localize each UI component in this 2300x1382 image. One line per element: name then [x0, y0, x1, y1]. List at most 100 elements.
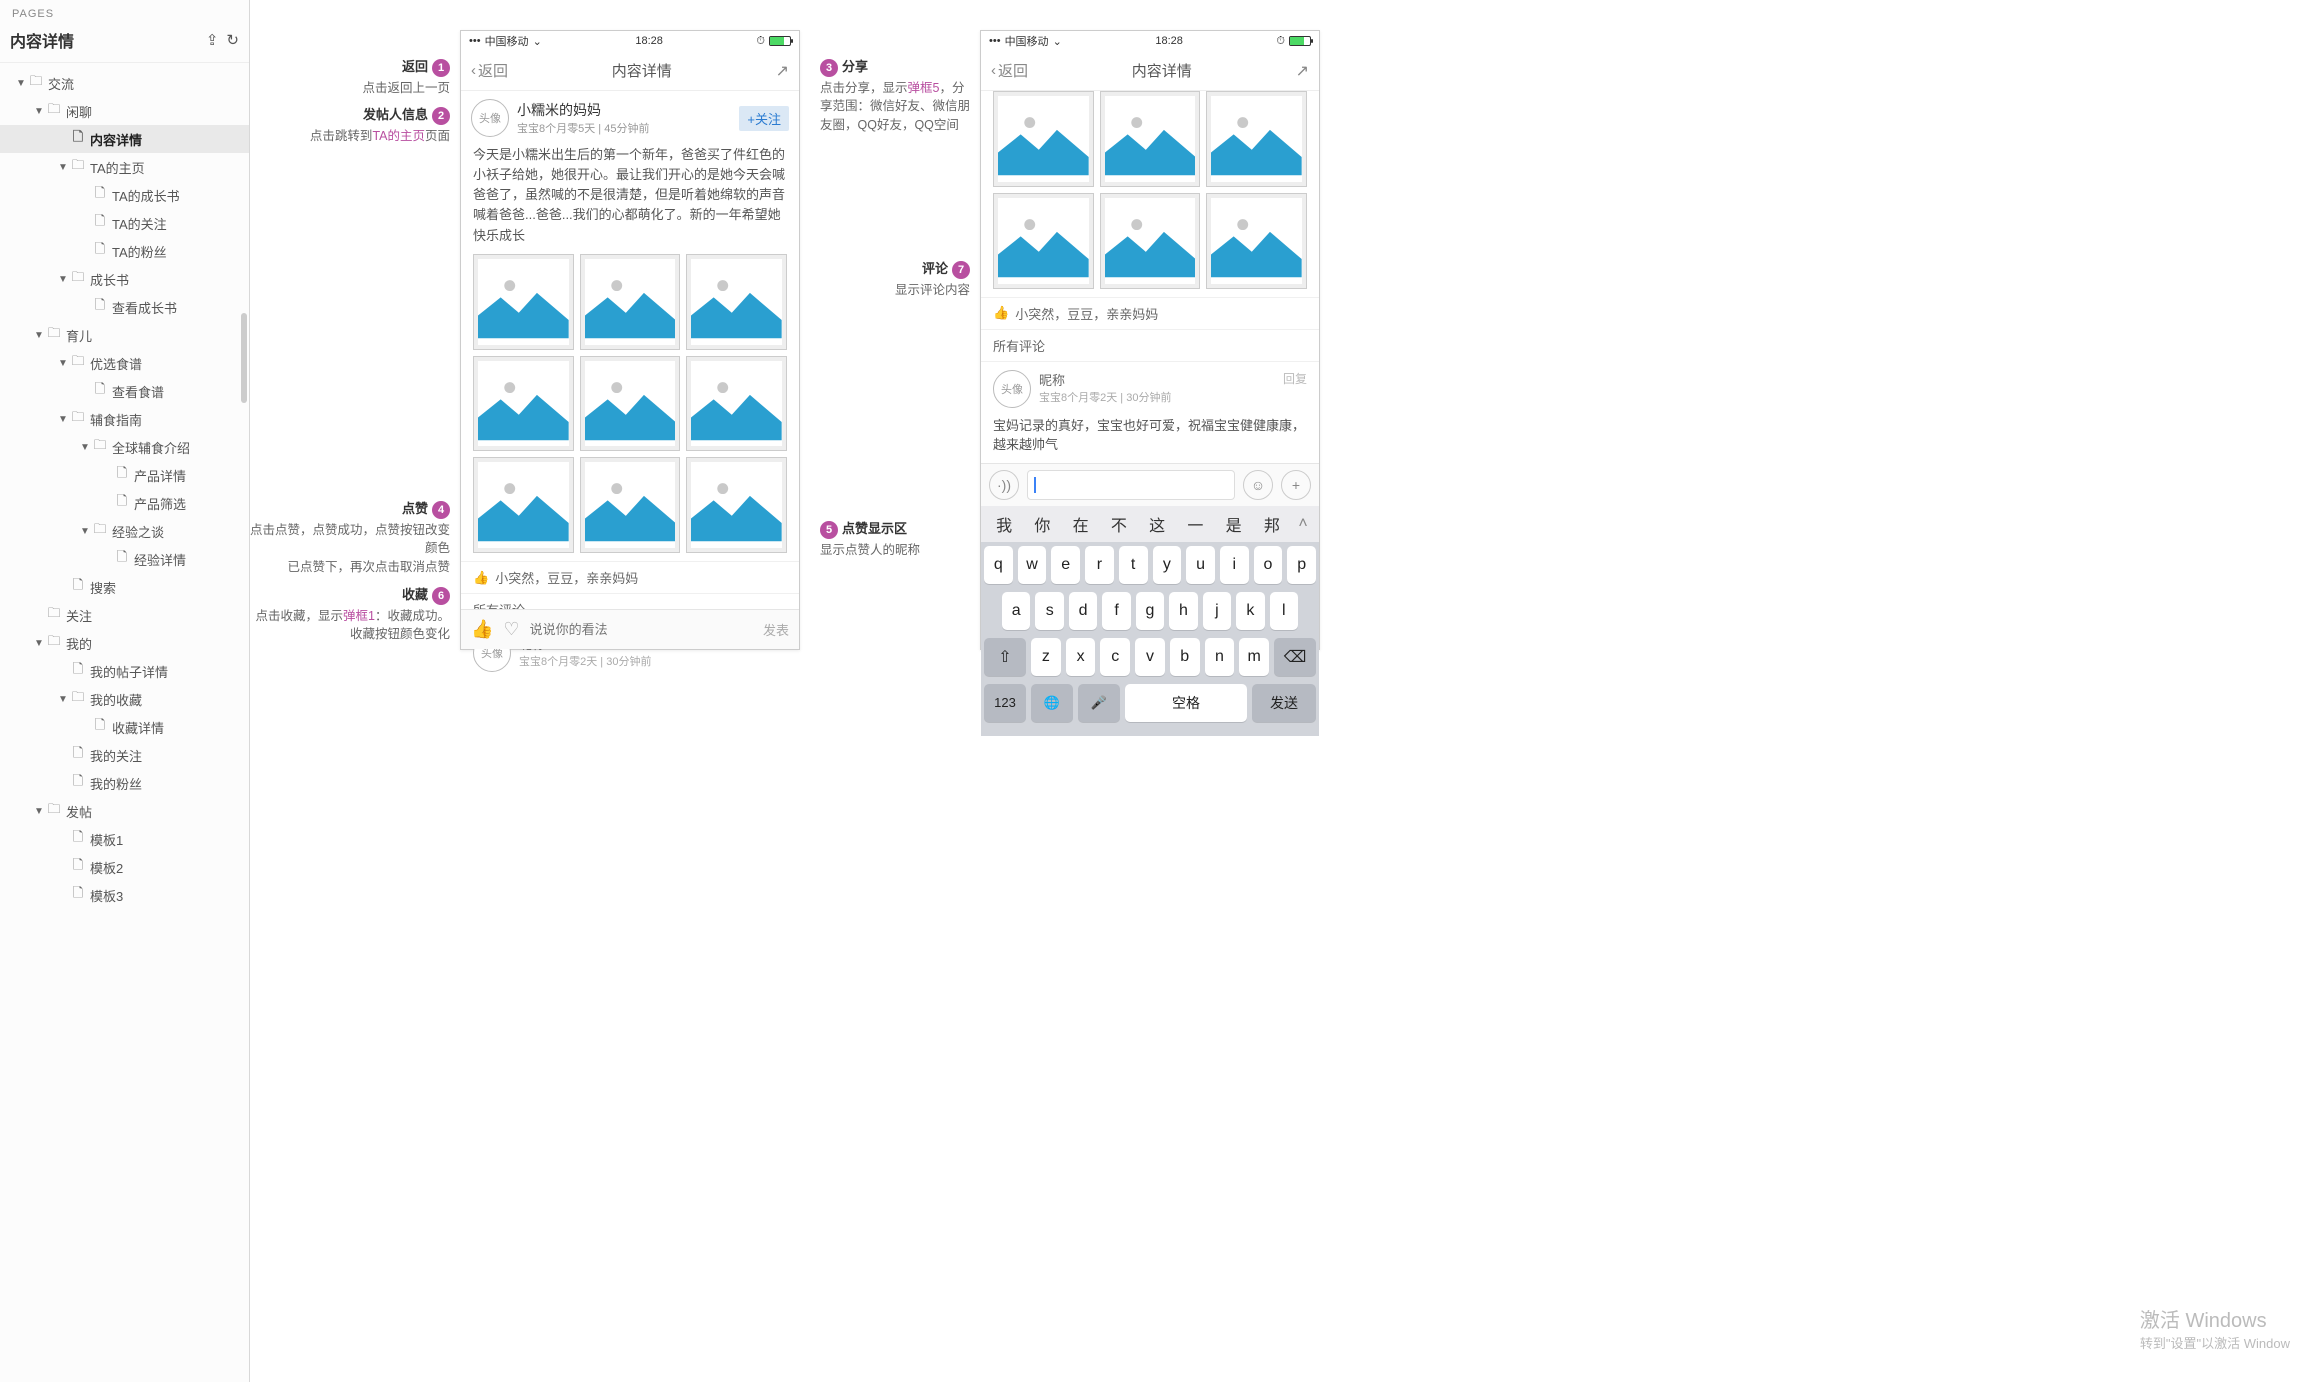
tree-page[interactable]: 🗋我的帖子详情 — [0, 657, 249, 685]
shift-key[interactable]: ⇧ — [984, 638, 1026, 676]
tree-folder[interactable]: ▼🗀交流 — [0, 69, 249, 97]
refresh-icon[interactable]: ↻ — [226, 31, 239, 49]
backspace-key[interactable]: ⌫ — [1274, 638, 1316, 676]
key-y[interactable]: y — [1153, 546, 1182, 584]
scrollbar[interactable] — [241, 313, 247, 403]
key-s[interactable]: s — [1035, 592, 1063, 630]
key-t[interactable]: t — [1119, 546, 1148, 584]
expand-toggle[interactable]: ▼ — [32, 806, 46, 817]
avatar[interactable]: 头像 — [993, 370, 1031, 408]
voice-icon[interactable]: ·)) — [989, 470, 1019, 500]
annotation-link[interactable]: 弹框1 — [343, 609, 375, 623]
tree-folder[interactable]: ▼🗀我的收藏 — [0, 685, 249, 713]
key-j[interactable]: j — [1203, 592, 1231, 630]
key-send[interactable]: 发送 — [1252, 684, 1316, 722]
key-k[interactable]: k — [1236, 592, 1264, 630]
expand-toggle[interactable]: ▼ — [56, 414, 70, 425]
avatar[interactable]: 头像 — [471, 99, 509, 137]
key-x[interactable]: x — [1066, 638, 1096, 676]
suggestion[interactable]: 一 — [1176, 512, 1214, 536]
key-z[interactable]: z — [1031, 638, 1061, 676]
key-space[interactable]: 空格 — [1125, 684, 1247, 722]
image-placeholder[interactable] — [686, 356, 787, 452]
add-icon[interactable]: + — [1281, 470, 1311, 500]
globe-icon[interactable]: 🌐 — [1031, 684, 1073, 722]
image-placeholder[interactable] — [1206, 91, 1307, 187]
text-input[interactable] — [1027, 470, 1235, 500]
tree-folder[interactable]: 🗀关注 — [0, 601, 249, 629]
tree-folder[interactable]: ▼🗀发帖 — [0, 797, 249, 825]
thumb-up-icon[interactable]: 👍 — [993, 305, 1009, 321]
tree-folder[interactable]: ▼🗀TA的主页 — [0, 153, 249, 181]
tree-page[interactable]: 🗋收藏详情 — [0, 713, 249, 741]
key-123[interactable]: 123 — [984, 684, 1026, 722]
annotation-link[interactable]: 弹框5 — [908, 81, 940, 95]
key-a[interactable]: a — [1002, 592, 1030, 630]
tree-page[interactable]: 🗋TA的关注 — [0, 209, 249, 237]
key-r[interactable]: r — [1085, 546, 1114, 584]
key-e[interactable]: e — [1051, 546, 1080, 584]
author-row[interactable]: 头像 小糯米的妈妈 宝宝8个月零5天 | 45分钟前 +关注 — [461, 91, 799, 145]
expand-toggle[interactable]: ▼ — [14, 78, 28, 89]
key-i[interactable]: i — [1220, 546, 1249, 584]
suggestion[interactable]: 我 — [985, 512, 1023, 536]
suggestion[interactable]: 你 — [1023, 512, 1061, 536]
key-w[interactable]: w — [1018, 546, 1047, 584]
key-n[interactable]: n — [1205, 638, 1235, 676]
expand-toggle[interactable]: ▼ — [56, 358, 70, 369]
key-b[interactable]: b — [1170, 638, 1200, 676]
tree-folder[interactable]: ▼🗀优选食谱 — [0, 349, 249, 377]
key-v[interactable]: v — [1135, 638, 1165, 676]
share-icon[interactable]: ↗ — [776, 61, 789, 81]
tree-page[interactable]: 🗋产品详情 — [0, 461, 249, 489]
tree-folder[interactable]: ▼🗀成长书 — [0, 265, 249, 293]
tree-folder[interactable]: ▼🗀全球辅食介绍 — [0, 433, 249, 461]
image-placeholder[interactable] — [686, 457, 787, 553]
send-button[interactable]: 发表 — [763, 620, 789, 639]
tree-page[interactable]: 🗋查看成长书 — [0, 293, 249, 321]
key-d[interactable]: d — [1069, 592, 1097, 630]
key-p[interactable]: p — [1287, 546, 1316, 584]
back-button[interactable]: ‹ 返回 — [471, 60, 508, 81]
canvas[interactable]: 返回1 点击返回上一页 发帖人信息2 点击跳转到TA的主页页面 点赞4 点击点赞… — [250, 0, 2300, 1382]
image-placeholder[interactable] — [1100, 193, 1201, 289]
image-placeholder[interactable] — [473, 457, 574, 553]
expand-toggle[interactable]: ▼ — [56, 162, 70, 173]
suggestion[interactable]: 不 — [1100, 512, 1138, 536]
tree-page[interactable]: 🗋TA的粉丝 — [0, 237, 249, 265]
suggestion[interactable]: 是 — [1215, 512, 1253, 536]
key-l[interactable]: l — [1270, 592, 1298, 630]
thumb-up-icon[interactable]: 👍 — [473, 570, 489, 586]
suggestion[interactable]: 邦 — [1253, 512, 1291, 536]
image-placeholder[interactable] — [580, 254, 681, 350]
image-placeholder[interactable] — [1206, 193, 1307, 289]
follow-button[interactable]: +关注 — [739, 106, 789, 131]
tree-page[interactable]: 🗋模板3 — [0, 881, 249, 909]
tree-folder[interactable]: ▼🗀经验之谈 — [0, 517, 249, 545]
image-placeholder[interactable] — [473, 254, 574, 350]
tree-folder[interactable]: ▼🗀辅食指南 — [0, 405, 249, 433]
tree-page[interactable]: 🗋产品筛选 — [0, 489, 249, 517]
expand-toggle[interactable]: ▼ — [56, 274, 70, 285]
tree-page[interactable]: 🗋我的关注 — [0, 741, 249, 769]
page-tree[interactable]: ▼🗀交流▼🗀闲聊🗋内容详情▼🗀TA的主页🗋TA的成长书🗋TA的关注🗋TA的粉丝▼… — [0, 63, 249, 1382]
tree-page[interactable]: 🗋查看食谱 — [0, 377, 249, 405]
annotation-link[interactable]: TA的主页 — [372, 129, 425, 143]
emoji-icon[interactable]: ☺ — [1243, 470, 1273, 500]
reply-link[interactable]: 回复 — [1283, 370, 1307, 387]
comment-input[interactable] — [530, 622, 753, 637]
tree-page[interactable]: 🗋搜索 — [0, 573, 249, 601]
image-placeholder[interactable] — [993, 193, 1094, 289]
image-placeholder[interactable] — [1100, 91, 1201, 187]
tree-page[interactable]: 🗋我的粉丝 — [0, 769, 249, 797]
expand-toggle[interactable]: ▼ — [32, 638, 46, 649]
key-u[interactable]: u — [1186, 546, 1215, 584]
tree-folder[interactable]: ▼🗀闲聊 — [0, 97, 249, 125]
image-placeholder[interactable] — [580, 356, 681, 452]
chevron-up-icon[interactable]: ˄ — [1291, 515, 1315, 533]
tree-page[interactable]: 🗋模板1 — [0, 825, 249, 853]
key-h[interactable]: h — [1169, 592, 1197, 630]
image-placeholder[interactable] — [993, 91, 1094, 187]
share-icon[interactable]: ↗ — [1296, 61, 1309, 81]
key-o[interactable]: o — [1254, 546, 1283, 584]
